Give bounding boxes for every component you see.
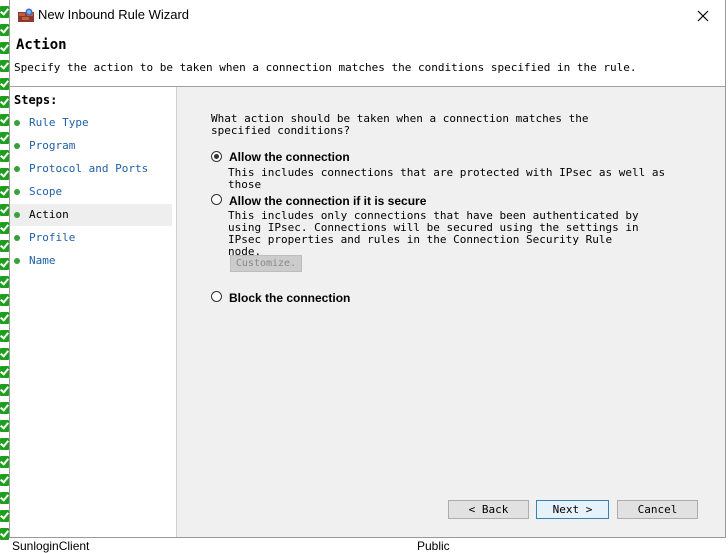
page-title: Action: [16, 37, 67, 53]
enabled-check-icon: [0, 114, 9, 126]
background-row-profile: Public: [417, 539, 450, 553]
enabled-check-icon: [0, 42, 9, 54]
enabled-check-icon: [0, 60, 9, 72]
step-protocol-and-ports[interactable]: Protocol and Ports: [10, 158, 172, 180]
enabled-check-icon: [0, 132, 9, 144]
wizard-header: Action Specify the action to be taken wh…: [10, 31, 725, 86]
inbound-rule-wizard-dialog: New Inbound Rule Wizard Action Specify t…: [9, 0, 726, 538]
enabled-check-icon: [0, 78, 9, 90]
enabled-check-icon: [0, 186, 9, 198]
enabled-check-icon: [0, 150, 9, 162]
step-scope[interactable]: Scope: [10, 181, 172, 203]
enabled-check-icon: [0, 402, 9, 414]
title-bar[interactable]: New Inbound Rule Wizard: [10, 0, 725, 31]
firewall-icon: [18, 8, 34, 22]
enabled-check-icon: [0, 312, 9, 324]
enabled-check-icon: [0, 384, 9, 396]
allow-connection-radio[interactable]: [211, 151, 222, 162]
step-bullet-icon: [14, 120, 20, 126]
step-bullet-icon: [14, 258, 20, 264]
back-button[interactable]: < Back: [448, 500, 529, 519]
enabled-check-icon: [0, 276, 9, 288]
close-icon: [697, 10, 709, 22]
action-content-panel: What action should be taken when a conne…: [177, 87, 725, 537]
enabled-check-icon: [0, 204, 9, 216]
allow-connection-description: This includes connections that are prote…: [228, 166, 666, 191]
enabled-check-icon: [0, 492, 9, 504]
enabled-check-icon: [0, 438, 9, 450]
allow-if-secure-description: This includes only connections that have…: [228, 209, 639, 258]
allow-if-secure-radio[interactable]: [211, 194, 222, 205]
enabled-check-icon: [0, 24, 9, 36]
background-list-strip: [0, 0, 9, 546]
window-title: New Inbound Rule Wizard: [38, 7, 190, 22]
cancel-button[interactable]: Cancel: [617, 500, 698, 519]
enabled-check-icon: [0, 258, 9, 270]
step-profile[interactable]: Profile: [10, 227, 172, 249]
close-button[interactable]: [687, 2, 719, 30]
step-label: Program: [29, 139, 76, 152]
enabled-check-icon: [0, 348, 9, 360]
step-label: Profile: [29, 231, 76, 244]
steps-title: Steps:: [14, 93, 58, 107]
allow-connection-label[interactable]: Allow the connection: [229, 150, 350, 164]
step-label: Protocol and Ports: [29, 162, 149, 175]
enabled-check-icon: [0, 366, 9, 378]
background-row-name: SunloginClient: [12, 539, 90, 553]
background-list-row: [9, 538, 728, 546]
enabled-check-icon: [0, 222, 9, 234]
step-bullet-icon: [14, 212, 20, 218]
enabled-check-icon: [0, 6, 9, 18]
step-bullet-icon: [14, 235, 20, 241]
enabled-check-icon: [0, 96, 9, 108]
page-description: Specify the action to be taken when a co…: [14, 61, 637, 74]
enabled-check-icon: [0, 456, 9, 468]
enabled-check-icon: [0, 168, 9, 180]
action-question: What action should be taken when a conne…: [211, 112, 589, 137]
step-bullet-icon: [14, 189, 20, 195]
step-bullet-icon: [14, 143, 20, 149]
step-bullet-icon: [14, 166, 20, 172]
step-label: Name: [29, 254, 56, 267]
allow-if-secure-label[interactable]: Allow the connection if it is secure: [229, 194, 426, 208]
enabled-check-icon: [0, 420, 9, 432]
customize-button[interactable]: Customize.: [230, 255, 302, 272]
block-connection-label[interactable]: Block the connection: [229, 291, 350, 305]
step-action[interactable]: Action: [10, 204, 172, 226]
enabled-check-icon: [0, 528, 9, 540]
enabled-check-icon: [0, 510, 9, 522]
step-label: Scope: [29, 185, 63, 198]
steps-panel: Steps: Rule Type Program Protocol and Po…: [10, 87, 177, 537]
step-program[interactable]: Program: [10, 135, 172, 157]
step-label: Action: [29, 208, 69, 221]
enabled-check-icon: [0, 330, 9, 342]
step-name[interactable]: Name: [10, 250, 172, 272]
enabled-check-icon: [0, 240, 9, 252]
step-label: Rule Type: [29, 116, 89, 129]
step-rule-type[interactable]: Rule Type: [10, 112, 172, 134]
enabled-check-icon: [0, 294, 9, 306]
next-button[interactable]: Next >: [536, 500, 609, 519]
enabled-check-icon: [0, 474, 9, 486]
block-connection-radio[interactable]: [211, 291, 222, 302]
